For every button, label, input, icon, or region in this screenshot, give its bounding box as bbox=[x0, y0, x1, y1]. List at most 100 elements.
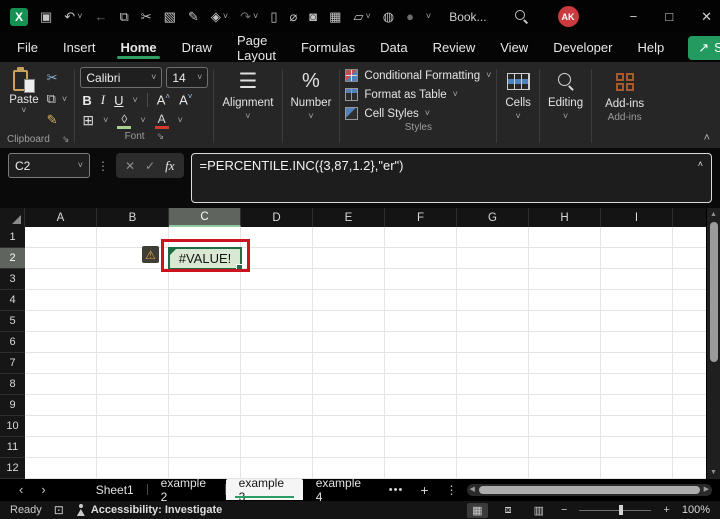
pin-icon[interactable]: ⌀ bbox=[289, 10, 297, 23]
underline-chevron-icon[interactable]: ˅ bbox=[132, 95, 137, 105]
save-icon[interactable]: ▣ bbox=[40, 10, 52, 23]
tab-developer[interactable]: Developer bbox=[552, 35, 613, 60]
camera-icon[interactable]: ◙ bbox=[309, 10, 317, 23]
font-color-button[interactable]: A bbox=[154, 113, 169, 129]
borders-button[interactable]: ⊞ bbox=[82, 112, 94, 129]
scroll-right-icon[interactable]: ▶ bbox=[704, 486, 709, 493]
zoom-slider-thumb[interactable] bbox=[619, 505, 624, 515]
new-sheet-button[interactable]: + bbox=[412, 482, 436, 498]
page-layout-view-button[interactable]: ⧈ bbox=[500, 503, 517, 518]
row-header-12[interactable]: 12 bbox=[0, 458, 25, 479]
sheet-nav-left-icon[interactable]: ‹ bbox=[10, 483, 32, 496]
tab-data[interactable]: Data bbox=[379, 35, 408, 60]
column-header-a[interactable]: A bbox=[25, 208, 97, 227]
horizontal-scrollbar[interactable]: ◀ ▶ bbox=[466, 483, 712, 496]
collapse-ribbon-chevron-icon[interactable]: ˄ bbox=[704, 132, 710, 144]
tab-home[interactable]: Home bbox=[117, 35, 160, 60]
formula-bar-collapse-icon[interactable]: ˄ bbox=[698, 160, 703, 169]
tab-file[interactable]: File bbox=[16, 35, 39, 60]
paste-button[interactable]: Paste ˅ bbox=[9, 67, 39, 115]
copy-button[interactable]: ⧉ bbox=[47, 91, 56, 107]
conditional-formatting-button[interactable]: Conditional Formatting ˅ bbox=[345, 69, 491, 82]
font-dialog-launcher-icon[interactable]: ⇘ bbox=[157, 131, 165, 142]
tab-help[interactable]: Help bbox=[636, 35, 665, 60]
sheet-tab-example-3[interactable]: example 3 bbox=[225, 476, 303, 504]
alignment-group-button[interactable]: ☰ Alignment ˅ bbox=[214, 64, 281, 148]
font-size-select[interactable]: 14 ˅ bbox=[166, 67, 209, 88]
copy-icon[interactable]: ⧉ bbox=[119, 10, 128, 23]
column-header-b[interactable]: B bbox=[97, 208, 169, 227]
scroll-left-icon[interactable]: ◀ bbox=[470, 486, 475, 493]
tab-review[interactable]: Review bbox=[432, 35, 477, 60]
vertical-scrollbar[interactable]: ▲ ▼ bbox=[706, 208, 720, 479]
clipboard-dialog-launcher-icon[interactable]: ⇘ bbox=[62, 134, 70, 145]
qat-overflow-chevron-icon[interactable]: ˅ bbox=[426, 12, 431, 21]
font-name-select[interactable]: Calibri ˅ bbox=[80, 67, 163, 88]
addins-button[interactable]: Add-ins bbox=[597, 67, 652, 110]
column-header-e[interactable]: E bbox=[313, 208, 385, 227]
formula-input[interactable]: =PERCENTILE.INC({3,87,1.2},"er") ˄ bbox=[190, 153, 712, 203]
pointer-chevron-icon[interactable]: ˅ bbox=[223, 12, 228, 21]
column-header-f[interactable]: F bbox=[385, 208, 457, 227]
cut-button[interactable]: ✂ bbox=[47, 70, 68, 86]
italic-button[interactable]: I bbox=[101, 92, 105, 108]
undo-icon[interactable]: ↶ ˅ bbox=[64, 10, 82, 23]
error-trace-button[interactable]: ⚠ bbox=[142, 246, 159, 263]
row-header-5[interactable]: 5 bbox=[0, 311, 25, 332]
search-icon[interactable] bbox=[514, 10, 528, 23]
scroll-down-icon[interactable]: ▼ bbox=[710, 469, 717, 476]
column-header-c[interactable]: C bbox=[169, 208, 241, 227]
sheet-tab-example-4[interactable]: example 4 bbox=[303, 476, 380, 504]
row-header-4[interactable]: 4 bbox=[0, 290, 25, 311]
column-header-i[interactable]: I bbox=[601, 208, 673, 227]
column-header-partial[interactable] bbox=[673, 208, 706, 227]
sheet-tab-example-2[interactable]: example 2 bbox=[148, 476, 225, 504]
row-header-9[interactable]: 9 bbox=[0, 395, 25, 416]
tab-view[interactable]: View bbox=[499, 35, 529, 60]
zoom-out-button[interactable]: − bbox=[561, 504, 567, 516]
row-header-6[interactable]: 6 bbox=[0, 332, 25, 353]
redo-icon[interactable]: ↷ ˅ bbox=[240, 10, 258, 23]
draw-icon[interactable]: ✎ bbox=[188, 10, 199, 23]
vertical-scrollbar-thumb[interactable] bbox=[709, 222, 718, 362]
paste-chevron-icon[interactable]: ˅ bbox=[21, 106, 26, 115]
cancel-entry-icon[interactable]: ✕ bbox=[125, 159, 135, 173]
increase-font-button[interactable]: A˄ bbox=[157, 92, 170, 107]
row-header-8[interactable]: 8 bbox=[0, 374, 25, 395]
more-sheets-icon[interactable]: ••• bbox=[380, 484, 413, 496]
document-edit-chevron-icon[interactable]: ˅ bbox=[365, 12, 370, 21]
format-as-table-button[interactable]: Format as Table ˅ bbox=[345, 88, 491, 101]
column-header-d[interactable]: D bbox=[241, 208, 313, 227]
close-button[interactable]: ✕ bbox=[701, 9, 712, 25]
accessibility-status[interactable]: Accessibility: Investigate bbox=[76, 504, 222, 516]
editing-group-button[interactable]: Editing ˅ bbox=[540, 64, 591, 148]
fill-color-button[interactable]: ◊ bbox=[117, 113, 132, 129]
lock-search-icon[interactable]: ◍ bbox=[383, 10, 394, 23]
row-header-2[interactable]: 2 bbox=[0, 248, 25, 269]
zoom-percentage[interactable]: 100% bbox=[682, 504, 710, 516]
format-painter-button[interactable]: ✎ bbox=[47, 112, 68, 128]
bold-button[interactable]: B bbox=[82, 93, 91, 108]
copy-chevron-icon[interactable]: ˅ bbox=[62, 94, 67, 104]
picture-icon[interactable]: ▧ bbox=[164, 10, 176, 23]
new-file-icon[interactable]: ▯ bbox=[270, 10, 277, 23]
borders-chevron-icon[interactable]: ˅ bbox=[103, 116, 108, 125]
column-header-h[interactable]: H bbox=[529, 208, 601, 227]
cells-area[interactable]: ⚠ #VALUE! bbox=[25, 227, 706, 479]
page-break-view-button[interactable]: ▥ bbox=[529, 503, 549, 518]
tab-insert[interactable]: Insert bbox=[62, 35, 97, 60]
insert-function-icon[interactable]: fx bbox=[165, 158, 174, 174]
number-group-button[interactable]: % Number ˅ bbox=[283, 64, 340, 148]
pointer-icon[interactable]: ◈ ˅ bbox=[211, 10, 228, 23]
undo-chevron-icon[interactable]: ˅ bbox=[77, 12, 82, 21]
sheet-options-icon[interactable]: ⋮ bbox=[437, 483, 467, 497]
tab-draw[interactable]: Draw bbox=[181, 35, 213, 60]
tab-formulas[interactable]: Formulas bbox=[300, 35, 356, 60]
decrease-font-button[interactable]: A˅ bbox=[179, 92, 192, 107]
cells-group-button[interactable]: Cells ˅ bbox=[497, 64, 539, 148]
name-box-splitter-icon[interactable]: ⋮ bbox=[97, 159, 109, 173]
zoom-in-button[interactable]: + bbox=[663, 504, 669, 516]
fill-color-chevron-icon[interactable]: ˅ bbox=[140, 116, 145, 125]
cut-icon[interactable]: ✂ bbox=[141, 10, 152, 23]
name-box[interactable]: C2 ˅ bbox=[8, 153, 90, 178]
